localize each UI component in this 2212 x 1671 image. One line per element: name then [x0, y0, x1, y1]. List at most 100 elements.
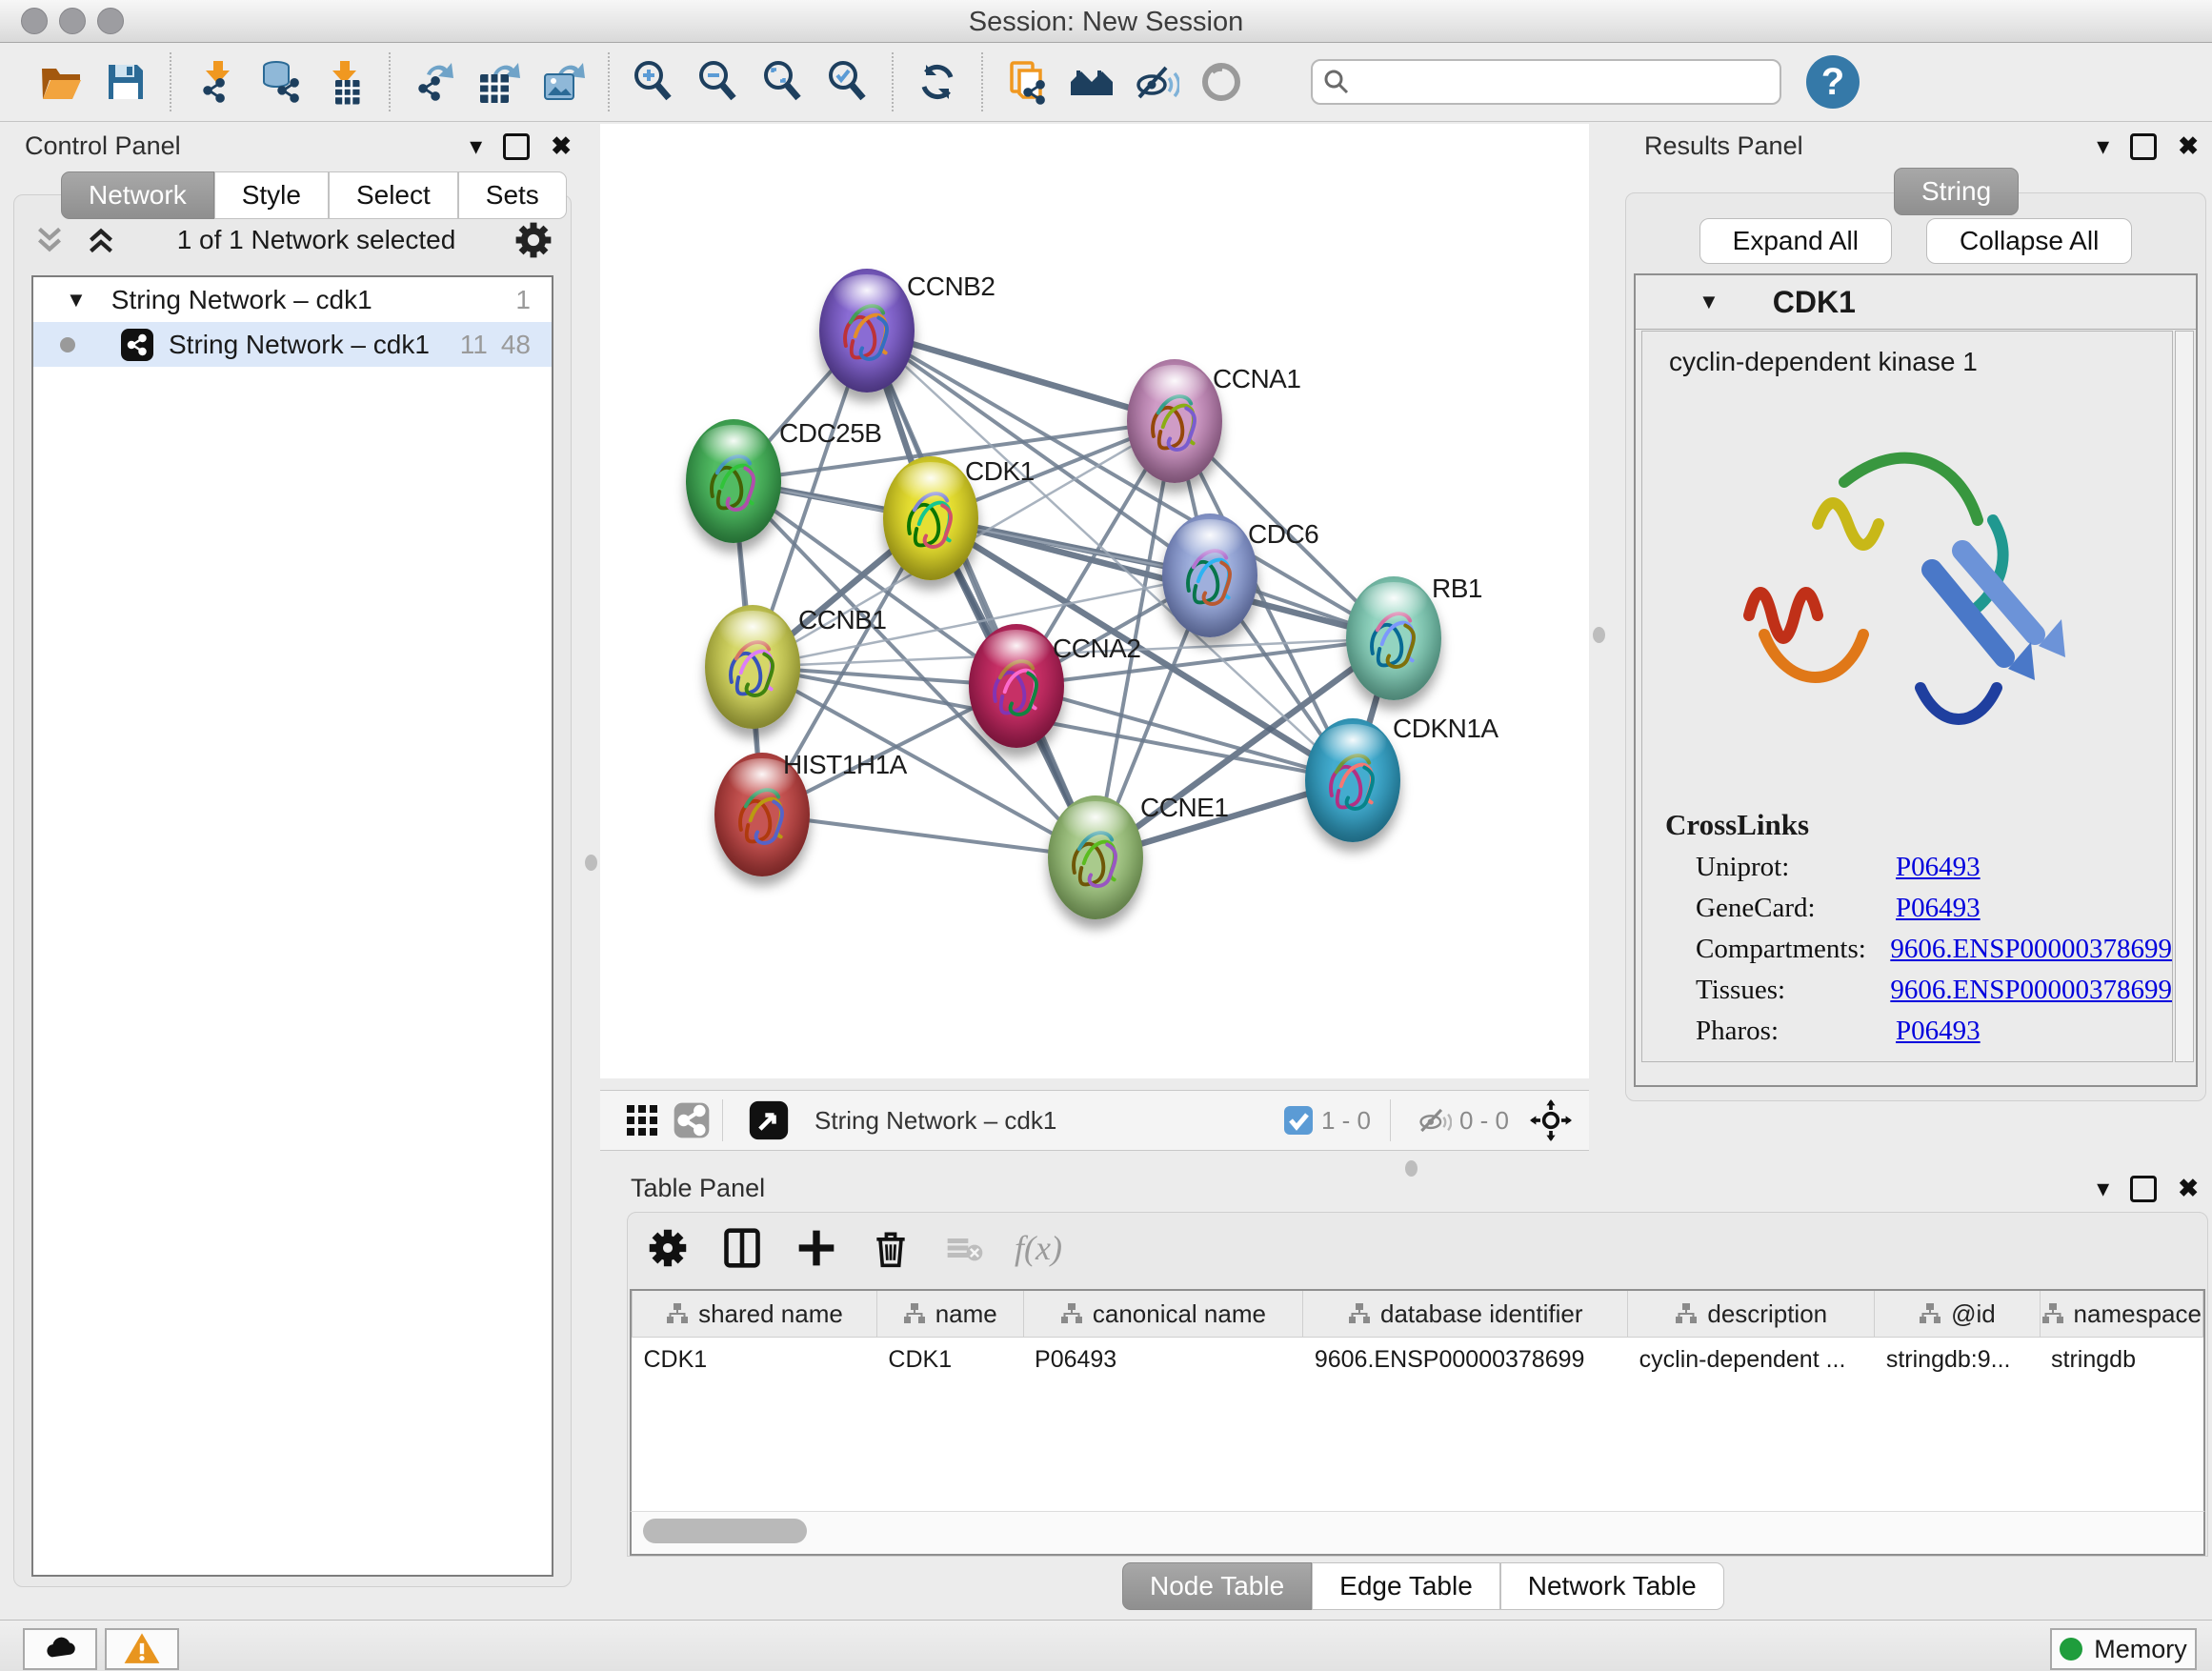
crosslink-link[interactable]: P06493 — [1896, 893, 1981, 924]
vertical-splitter-handle[interactable] — [585, 855, 597, 871]
column-header-description[interactable]: description — [1628, 1291, 1875, 1338]
hidden-eye-slash-icon[interactable] — [1416, 1102, 1452, 1138]
add-column-icon[interactable] — [792, 1223, 841, 1273]
zoom-out-icon[interactable] — [692, 55, 745, 109]
tab-string[interactable]: String — [1894, 168, 2019, 215]
network-row[interactable]: String Network – cdk1 11 48 — [33, 322, 552, 367]
column-header-database-identifier[interactable]: database identifier — [1303, 1291, 1628, 1338]
tab-edge-table[interactable]: Edge Table — [1312, 1562, 1500, 1610]
expand-all-button[interactable]: Expand All — [1699, 218, 1892, 264]
tab-network-table[interactable]: Network Table — [1500, 1562, 1724, 1610]
network-node-CCNB2[interactable] — [819, 269, 915, 393]
refresh-layout-icon[interactable] — [911, 55, 964, 109]
panel-menu-icon[interactable]: ▾ — [2097, 131, 2109, 161]
export-image-icon[interactable] — [537, 55, 591, 109]
float-panel-icon[interactable] — [2130, 133, 2157, 160]
crosslink-link[interactable]: P06493 — [1896, 1016, 1981, 1047]
network-node-CDC6[interactable] — [1162, 513, 1257, 637]
share-document-icon[interactable] — [1000, 55, 1054, 109]
table-cell[interactable]: CDK1 — [876, 1338, 1023, 1382]
table-cell[interactable]: CDK1 — [633, 1338, 877, 1382]
network-node-CDKN1A[interactable] — [1305, 718, 1400, 842]
table-cell[interactable]: P06493 — [1023, 1338, 1303, 1382]
collapse-all-icon[interactable] — [31, 222, 68, 258]
collapse-all-button[interactable]: Collapse All — [1926, 218, 2132, 264]
column-header-shared-name[interactable]: shared name — [633, 1291, 877, 1338]
float-panel-icon[interactable] — [2130, 1176, 2157, 1202]
fit-content-crosshair-icon[interactable] — [1530, 1099, 1572, 1141]
table-horizontal-scrollbar[interactable] — [630, 1511, 2205, 1556]
close-panel-icon[interactable]: ✖ — [2178, 131, 2199, 161]
tab-node-table[interactable]: Node Table — [1122, 1562, 1312, 1610]
network-node-CCNB1[interactable] — [705, 605, 800, 729]
search-input[interactable] — [1351, 68, 1770, 97]
network-node-CDC25B[interactable] — [686, 419, 781, 543]
column-header-name[interactable]: name — [876, 1291, 1023, 1338]
memory-button[interactable]: Memory — [2050, 1628, 2197, 1670]
help-button[interactable]: ? — [1806, 55, 1860, 109]
show-columns-icon[interactable] — [717, 1223, 767, 1273]
protein-expander-icon[interactable]: ▼ — [1699, 290, 1719, 314]
string-network-badge-icon[interactable] — [673, 1101, 711, 1139]
export-table-icon[interactable] — [473, 55, 526, 109]
column-header-namespace[interactable]: namespace — [2040, 1291, 2202, 1338]
collection-expander-icon[interactable]: ▼ — [66, 288, 87, 312]
network-tree: ▼ String Network – cdk1 1 Str — [31, 275, 553, 1577]
table-options-gear-icon[interactable] — [643, 1223, 693, 1273]
network-node-CCNA2[interactable] — [969, 624, 1064, 748]
panel-menu-icon[interactable]: ▾ — [2097, 1174, 2109, 1203]
table-cell[interactable]: 9606.ENSP00000378699 — [1303, 1338, 1628, 1382]
tab-select[interactable]: Select — [329, 171, 458, 219]
table-row[interactable]: CDK1CDK1P064939606.ENSP00000378699cyclin… — [633, 1338, 2203, 1382]
float-panel-icon[interactable] — [503, 133, 530, 160]
panel-menu-icon[interactable]: ▾ — [470, 131, 482, 161]
zoom-in-icon[interactable] — [627, 55, 680, 109]
network-node-CDK1[interactable] — [883, 456, 978, 580]
column-header-@id[interactable]: @id — [1875, 1291, 2040, 1338]
save-session-icon[interactable] — [99, 55, 152, 109]
protein-name: CDK1 — [1773, 285, 1856, 320]
table-cell[interactable]: stringdb:9... — [1875, 1338, 2040, 1382]
selected-checkbox-icon[interactable] — [1283, 1105, 1314, 1136]
import-table-icon[interactable] — [318, 55, 372, 109]
show-hidden-icon[interactable] — [1195, 55, 1248, 109]
delete-column-icon[interactable] — [866, 1223, 915, 1273]
export-network-icon[interactable] — [408, 55, 461, 109]
home-networks-icon[interactable] — [1065, 55, 1118, 109]
import-network-file-icon[interactable] — [189, 55, 242, 109]
grid-view-icon[interactable] — [625, 1103, 659, 1137]
results-scrollbar[interactable] — [2175, 331, 2194, 1062]
table-cell[interactable]: stringdb — [2040, 1338, 2202, 1382]
vertical-splitter-handle[interactable] — [1593, 627, 1605, 643]
cloud-button[interactable] — [23, 1628, 97, 1670]
crosslink-link[interactable]: P06493 — [1896, 852, 1981, 883]
zoom-selected-icon[interactable] — [821, 55, 875, 109]
column-header-canonical-name[interactable]: canonical name — [1023, 1291, 1303, 1338]
network-options-gear-icon[interactable] — [513, 220, 553, 260]
network-node-RB1[interactable] — [1346, 576, 1441, 700]
table-cell[interactable]: cyclin-dependent ... — [1628, 1338, 1875, 1382]
network-canvas[interactable]: CCNB2 CCNA1 CDC25B CDK1 CDC6 RB1 CCNB1 C… — [600, 124, 1589, 1078]
expand-all-icon[interactable] — [83, 222, 119, 258]
warnings-button[interactable] — [105, 1628, 179, 1670]
birdseye-view-icon[interactable] — [748, 1099, 790, 1141]
crosslink-link[interactable]: 9606.ENSP00000378699 — [1890, 934, 2172, 965]
edge-CCNE1-HIST1H1A[interactable] — [762, 815, 1096, 857]
network-collection-row[interactable]: ▼ String Network – cdk1 1 — [33, 277, 552, 322]
scrollbar-thumb[interactable] — [643, 1519, 807, 1543]
close-panel-icon[interactable]: ✖ — [551, 131, 572, 161]
tab-network[interactable]: Network — [61, 171, 214, 219]
tab-style[interactable]: Style — [214, 171, 329, 219]
search-box[interactable] — [1311, 59, 1781, 105]
zoom-fit-icon[interactable] — [756, 55, 810, 109]
tab-sets[interactable]: Sets — [458, 171, 567, 219]
hide-selected-icon[interactable] — [1130, 55, 1183, 109]
protein-description: cyclin-dependent kinase 1 — [1669, 347, 2172, 377]
open-session-icon[interactable] — [34, 55, 88, 109]
crosslink-link[interactable]: 9606.ENSP00000378699 — [1890, 975, 2172, 1006]
network-node-CCNE1[interactable] — [1048, 795, 1143, 919]
import-network-database-icon[interactable] — [253, 55, 307, 109]
close-panel-icon[interactable]: ✖ — [2178, 1174, 2199, 1203]
function-builder-icon: f(x) — [1015, 1228, 1062, 1268]
network-node-CCNA1[interactable] — [1127, 359, 1222, 483]
